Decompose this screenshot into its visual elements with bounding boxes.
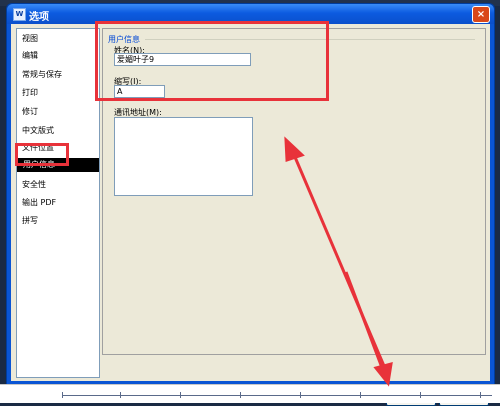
annotation-arrows	[284, 136, 393, 387]
